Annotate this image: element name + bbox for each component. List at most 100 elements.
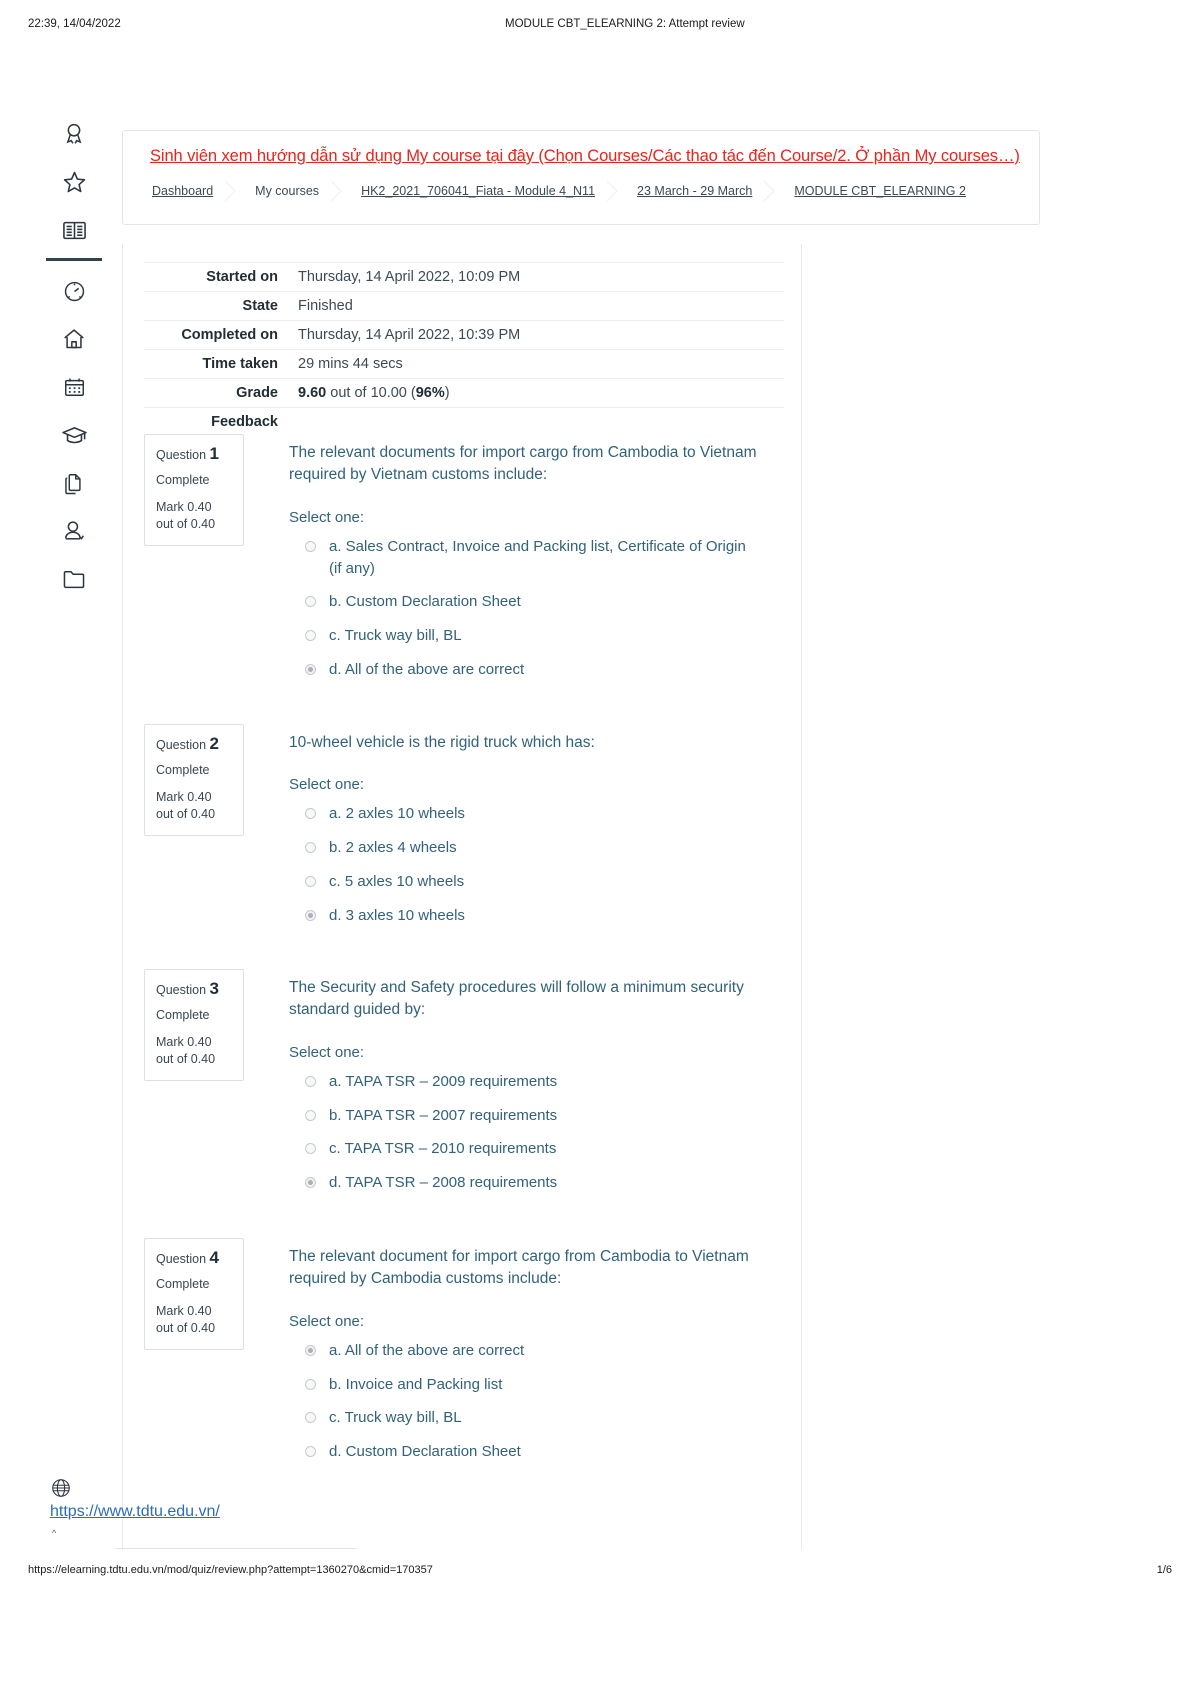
grade-percent: 96% [415,385,445,401]
answer-label-1c: c. Truck way bill, BL [329,627,462,645]
question-state-1: Complete [156,473,210,487]
question-number-label: Question [156,738,207,752]
question-number-4: Question 4 [156,1248,232,1268]
sidebar-item-private-files[interactable] [50,555,98,603]
answer-option-3d[interactable]: d. TAPA TSR – 2008 requirements [289,1172,759,1194]
summary-row-grade: Grade 9.60 out of 10.00 (96%) [144,379,784,408]
user-check-icon [61,518,87,544]
print-timestamp: 22:39, 14/04/2022 [28,18,121,30]
radio-icon-2c[interactable] [305,875,316,887]
question-body-2: 10-wheel vehicle is the rigid truck whic… [289,732,759,938]
answer-label-2d: d. 3 axles 10 wheels [329,906,465,924]
summary-label-started-on: Started on [206,269,278,285]
select-one-label-1: Select one: [289,508,365,526]
summary-label-completed-on: Completed on [181,327,278,343]
breadcrumb-item-week[interactable]: 23 March - 29 March [635,184,754,198]
breadcrumb-item-course[interactable]: HK2_2021_706041_Fiata - Module 4_N11 [359,184,597,198]
open-book-icon [61,217,88,244]
folder-icon [61,566,87,592]
radio-icon-4b[interactable] [305,1378,316,1390]
radio-icon-2a[interactable] [305,808,316,820]
home-icon [61,326,87,352]
answer-option-2d[interactable]: d. 3 axles 10 wheels [289,905,759,927]
sidebar-item-calendar[interactable] [50,363,98,411]
chevron-right-icon [605,178,627,204]
breadcrumb: Dashboard My courses HK2_2021_706041_Fia… [150,178,968,204]
answer-label-4b: b. Invoice and Packing list [329,1375,503,1393]
question-body-1: The relevant documents for import cargo … [289,442,759,693]
sidebar-item-files[interactable] [50,459,98,507]
chevron-right-icon [329,178,351,204]
answer-option-1a[interactable]: a. Sales Contract, Invoice and Packing l… [289,536,759,580]
summary-value-completed-on: Thursday, 14 April 2022, 10:39 PM [298,327,521,343]
question-number-1: Question 1 [156,444,232,464]
answer-option-3a[interactable]: a. TAPA TSR – 2009 requirements [289,1071,759,1093]
answer-option-4d[interactable]: d. Custom Declaration Sheet [289,1441,759,1463]
question-state-4: Complete [156,1277,210,1291]
scroll-caret-icon: ^ [52,1528,57,1538]
radio-icon-3d[interactable] [305,1177,316,1189]
summary-row-completed-on: Completed on Thursday, 14 April 2022, 10… [144,321,784,350]
question-mark-1: Mark 0.40 out of 0.40 [156,500,216,531]
star-icon [61,169,88,196]
sidebar-item-profile[interactable] [50,507,98,555]
radio-icon-4d[interactable] [305,1446,316,1458]
site-url-link[interactable]: https://www.tdtu.edu.vn/ [50,1503,220,1521]
radio-icon-2b[interactable] [305,842,316,854]
question-info-box-2: Question 2 Complete Mark 0.40 out of 0.4… [144,724,244,836]
question-mark-2: Mark 0.40 out of 0.40 [156,790,216,821]
radio-icon-1b[interactable] [305,596,316,608]
answer-option-2a[interactable]: a. 2 axles 10 wheels [289,803,759,825]
radio-icon-1c[interactable] [305,630,316,642]
radio-icon-4c[interactable] [305,1412,316,1424]
radio-icon-3a[interactable] [305,1075,316,1087]
answer-label-3b: b. TAPA TSR – 2007 requirements [329,1106,558,1124]
footer-divider [116,1548,356,1549]
print-page-title: MODULE CBT_ELEARNING 2: Attempt review [505,18,745,30]
sidebar-item-site-home[interactable] [50,315,98,363]
breadcrumb-item-my-courses[interactable]: My courses [253,184,321,198]
radio-icon-4a[interactable] [305,1344,316,1356]
radio-icon-1d[interactable] [305,663,316,675]
question-block-4: Question 4 Complete Mark 0.40 out of 0.4… [144,1238,804,1508]
grade-score: 9.60 [298,385,327,401]
grade-out-of: out of 10.00 ( [326,385,416,401]
breadcrumb-item-activity[interactable]: MODULE CBT_ELEARNING 2 [792,184,968,198]
sidebar-item-badges[interactable] [50,110,98,158]
breadcrumb-item-dashboard[interactable]: Dashboard [150,184,215,198]
summary-label-feedback: Feedback [211,414,278,430]
sidebar-item-dashboard[interactable] [50,267,98,315]
answer-option-1c[interactable]: c. Truck way bill, BL [289,625,759,647]
radio-icon-2d[interactable] [305,909,316,921]
answer-option-2b[interactable]: b. 2 axles 4 wheels [289,837,759,859]
answer-option-2c[interactable]: c. 5 axles 10 wheels [289,871,759,893]
radio-icon-1a[interactable] [305,540,316,552]
question-number-value: 3 [209,979,219,998]
answer-label-4d: d. Custom Declaration Sheet [329,1443,521,1461]
answer-option-4a[interactable]: a. All of the above are correct [289,1340,759,1362]
answer-option-3b[interactable]: b. TAPA TSR – 2007 requirements [289,1105,759,1127]
summary-label-grade: Grade [236,385,278,401]
answer-label-3d: d. TAPA TSR – 2008 requirements [329,1174,558,1192]
radio-icon-3b[interactable] [305,1109,316,1121]
calendar-icon [62,375,87,400]
my-course-guide-link[interactable]: Sinh viên xem hướng dẫn sử dụng My cours… [150,147,1020,166]
answer-option-4b[interactable]: b. Invoice and Packing list [289,1374,759,1396]
question-body-4: The relevant document for import cargo f… [289,1246,759,1475]
sidebar-item-starred[interactable] [50,158,98,206]
graduation-cap-icon [61,422,88,449]
radio-icon-3c[interactable] [305,1143,316,1155]
question-mark-4: Mark 0.40 out of 0.40 [156,1304,216,1335]
question-state-3: Complete [156,1008,210,1022]
sidebar-item-grades[interactable] [50,411,98,459]
answer-option-3c[interactable]: c. TAPA TSR – 2010 requirements [289,1138,759,1160]
answer-option-4c[interactable]: c. Truck way bill, BL [289,1407,759,1429]
question-info-box-3: Question 3 Complete Mark 0.40 out of 0.4… [144,969,244,1081]
question-text-4: The relevant document for import cargo f… [289,1248,749,1288]
award-badge-icon [61,121,87,147]
question-text-3: The Security and Safety procedures will … [289,979,744,1019]
sidebar-item-courses[interactable] [50,206,98,254]
answer-option-1b[interactable]: b. Custom Declaration Sheet [289,591,759,613]
answer-option-1d[interactable]: d. All of the above are correct [289,659,759,681]
question-info-box-1: Question 1 Complete Mark 0.40 out of 0.4… [144,434,244,546]
